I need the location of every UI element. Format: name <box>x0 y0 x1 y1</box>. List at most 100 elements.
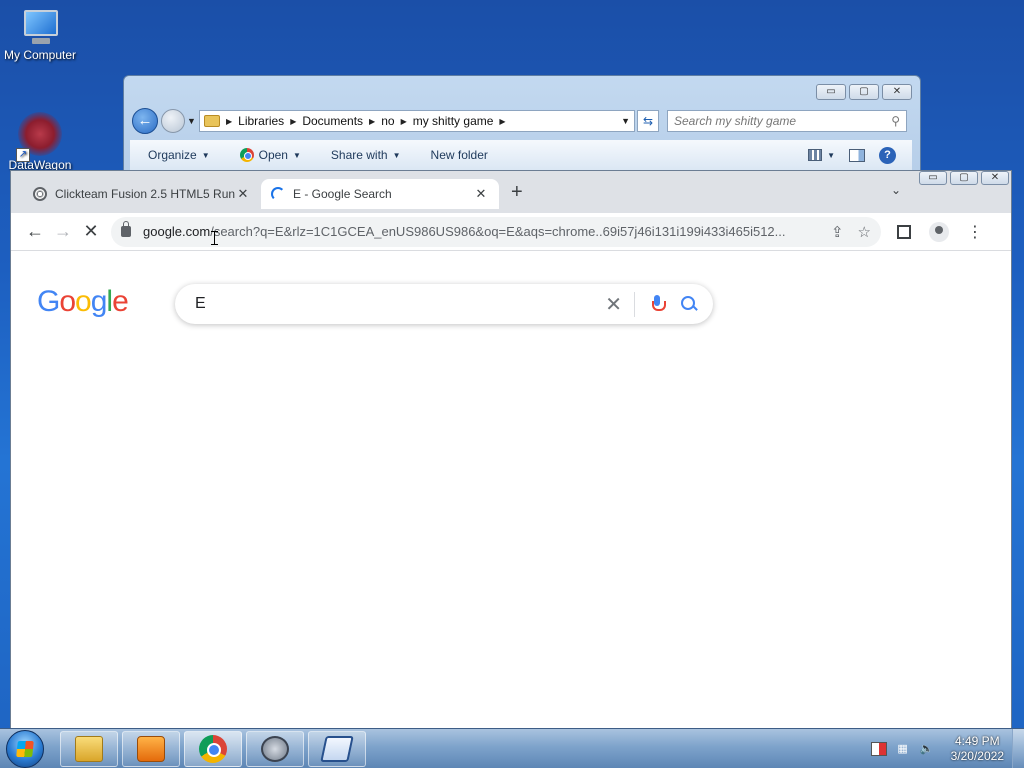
chevron-right-icon[interactable]: ▶ <box>226 117 232 126</box>
logo-letter: G <box>37 285 60 318</box>
google-logo[interactable]: Google <box>37 285 129 319</box>
recent-pages-dropdown[interactable]: ▼ <box>187 116 197 126</box>
taskbar-compass-button[interactable] <box>246 731 304 767</box>
window-controls: ▭ ▢ ✕ <box>919 171 1009 185</box>
bookmark-star-icon[interactable]: ☆ <box>858 223 871 241</box>
tab-title: E - Google Search <box>293 187 392 201</box>
new-tab-button[interactable]: + <box>511 181 523 204</box>
new-folder-label: New folder <box>430 148 488 162</box>
close-button[interactable]: ✕ <box>981 171 1009 185</box>
taskbar: ▦ 🔈 4:49 PM 3/20/2022 <box>0 728 1024 768</box>
explorer-search-input[interactable]: Search my shitty game ⚲ <box>667 110 907 132</box>
chevron-down-icon: ▼ <box>201 150 210 160</box>
tab-google-search[interactable]: E - Google Search ✕ <box>261 179 499 209</box>
start-button[interactable] <box>6 730 44 768</box>
share-with-button[interactable]: Share with ▼ <box>331 148 401 162</box>
url-path: /search?q=E&rlz=1C1GCEA_enUS986US986&oq=… <box>210 224 786 239</box>
chevron-right-icon[interactable]: ▶ <box>290 117 296 126</box>
lock-icon[interactable] <box>121 221 131 237</box>
show-desktop-button[interactable] <box>1012 729 1024 768</box>
share-icon[interactable]: ⇪ <box>831 223 844 241</box>
toolbar-right-actions: ⋮ <box>897 221 983 242</box>
logo-letter: g <box>90 285 108 318</box>
change-view-button[interactable]: ▼ <box>808 149 835 161</box>
tab-clickteam[interactable]: Clickteam Fusion 2.5 HTML5 Run ✕ <box>23 179 261 209</box>
chevron-right-icon[interactable]: ▶ <box>499 117 505 126</box>
maximize-button[interactable]: ▢ <box>950 171 978 185</box>
logo-letter: o <box>75 285 92 318</box>
breadcrumb-libraries[interactable]: Libraries <box>238 114 284 128</box>
text-cursor-icon <box>211 231 221 245</box>
chrome-icon <box>199 735 227 763</box>
microphone-icon[interactable] <box>651 295 666 313</box>
globe-icon <box>33 187 47 201</box>
url-host: google.com <box>143 224 211 239</box>
back-button[interactable]: ← <box>21 221 49 242</box>
search-query[interactable]: E <box>195 295 593 313</box>
desktop-icon-my-computer[interactable]: My Computer <box>0 8 80 62</box>
google-search-box[interactable]: E ✕ <box>175 284 713 324</box>
url-text: google.com/search?q=E&rlz=1C1GCEA_enUS98… <box>143 224 821 239</box>
maximize-button[interactable]: ▢ <box>849 84 879 100</box>
tab-close-icon[interactable]: ✕ <box>473 186 489 202</box>
tab-close-icon[interactable]: ✕ <box>235 186 251 202</box>
clock[interactable]: 4:49 PM 3/20/2022 <box>951 734 1004 764</box>
explorer-navigation: ← ▼ ▶ Libraries ▶ Documents ▶ no ▶ my sh… <box>132 108 912 134</box>
url-actions: ⇪ ☆ <box>831 223 871 241</box>
breadcrumb-my-shitty-game[interactable]: my shitty game <box>413 114 494 128</box>
stop-loading-button[interactable]: ✕ <box>77 221 105 242</box>
search-icon[interactable] <box>681 296 697 312</box>
breadcrumb-documents[interactable]: Documents <box>302 114 363 128</box>
monitor-icon <box>18 8 62 46</box>
taskbar-explorer-button[interactable] <box>60 731 118 767</box>
chevron-right-icon[interactable]: ▶ <box>369 117 375 126</box>
open-label: Open <box>258 148 288 162</box>
system-tray: ▦ 🔈 4:49 PM 3/20/2022 <box>870 729 1024 768</box>
taskbar-app-button[interactable] <box>308 731 366 767</box>
new-folder-button[interactable]: New folder <box>431 148 488 162</box>
minimize-button[interactable]: ▭ <box>919 171 947 185</box>
explorer-toolbar: Organize ▼ Open ▼ Share with ▼ New folde… <box>130 140 912 170</box>
folder-icon <box>75 736 103 762</box>
chevron-down-icon: ▼ <box>392 150 401 160</box>
share-with-label: Share with <box>330 148 388 162</box>
logo-letter: e <box>112 285 129 318</box>
clear-search-icon[interactable]: ✕ <box>593 291 635 317</box>
url-bar[interactable]: google.com/search?q=E&rlz=1C1GCEA_enUS98… <box>111 216 881 247</box>
shortcut-arrow-icon: ↗ <box>16 148 30 162</box>
taskbar-media-player-button[interactable] <box>122 731 180 767</box>
organize-button[interactable]: Organize ▼ <box>148 148 210 162</box>
help-icon[interactable]: ? <box>879 146 896 164</box>
network-icon[interactable]: ▦ <box>895 742 911 756</box>
minimize-button[interactable]: ▭ <box>816 84 846 100</box>
datawagon-icon: ↗ <box>16 112 62 162</box>
side-panel-icon[interactable] <box>897 224 911 239</box>
breadcrumb-no[interactable]: no <box>381 114 394 128</box>
volume-icon[interactable]: 🔈 <box>919 742 935 756</box>
tab-search-button[interactable]: ⌄ <box>891 183 901 197</box>
chevron-down-icon: ▼ <box>827 150 835 160</box>
loading-spinner-icon <box>271 187 285 201</box>
address-dropdown-icon[interactable]: ▼ <box>621 116 630 126</box>
action-center-flag-icon[interactable] <box>870 742 887 756</box>
chevron-right-icon[interactable]: ▶ <box>401 117 407 126</box>
more-menu-icon[interactable]: ⋮ <box>967 222 983 242</box>
open-button[interactable]: Open ▼ <box>239 148 301 162</box>
close-button[interactable]: ✕ <box>882 84 912 100</box>
tab-title: Clickteam Fusion 2.5 HTML5 Run <box>55 187 235 201</box>
window-controls: ▭ ▢ ✕ <box>816 84 912 100</box>
profile-avatar-icon[interactable] <box>929 221 949 242</box>
taskbar-chrome-button[interactable] <box>184 731 242 767</box>
forward-button[interactable] <box>161 109 185 133</box>
search-icon: ⚲ <box>891 114 900 128</box>
preview-pane-icon[interactable] <box>849 148 865 162</box>
desktop-icon-datawagon[interactable]: ↗ DataWagon <box>0 112 80 172</box>
forward-button[interactable]: → <box>49 221 77 242</box>
back-button[interactable]: ← <box>132 108 158 134</box>
address-bar[interactable]: ▶ Libraries ▶ Documents ▶ no ▶ my shitty… <box>199 110 635 132</box>
app-window-icon <box>320 736 354 762</box>
desktop-icon-label: My Computer <box>3 48 77 62</box>
chevron-down-icon: ▼ <box>292 150 301 160</box>
tab-strip: Clickteam Fusion 2.5 HTML5 Run ✕ E - Goo… <box>11 179 1011 213</box>
refresh-button[interactable]: ⇆ <box>637 110 659 132</box>
